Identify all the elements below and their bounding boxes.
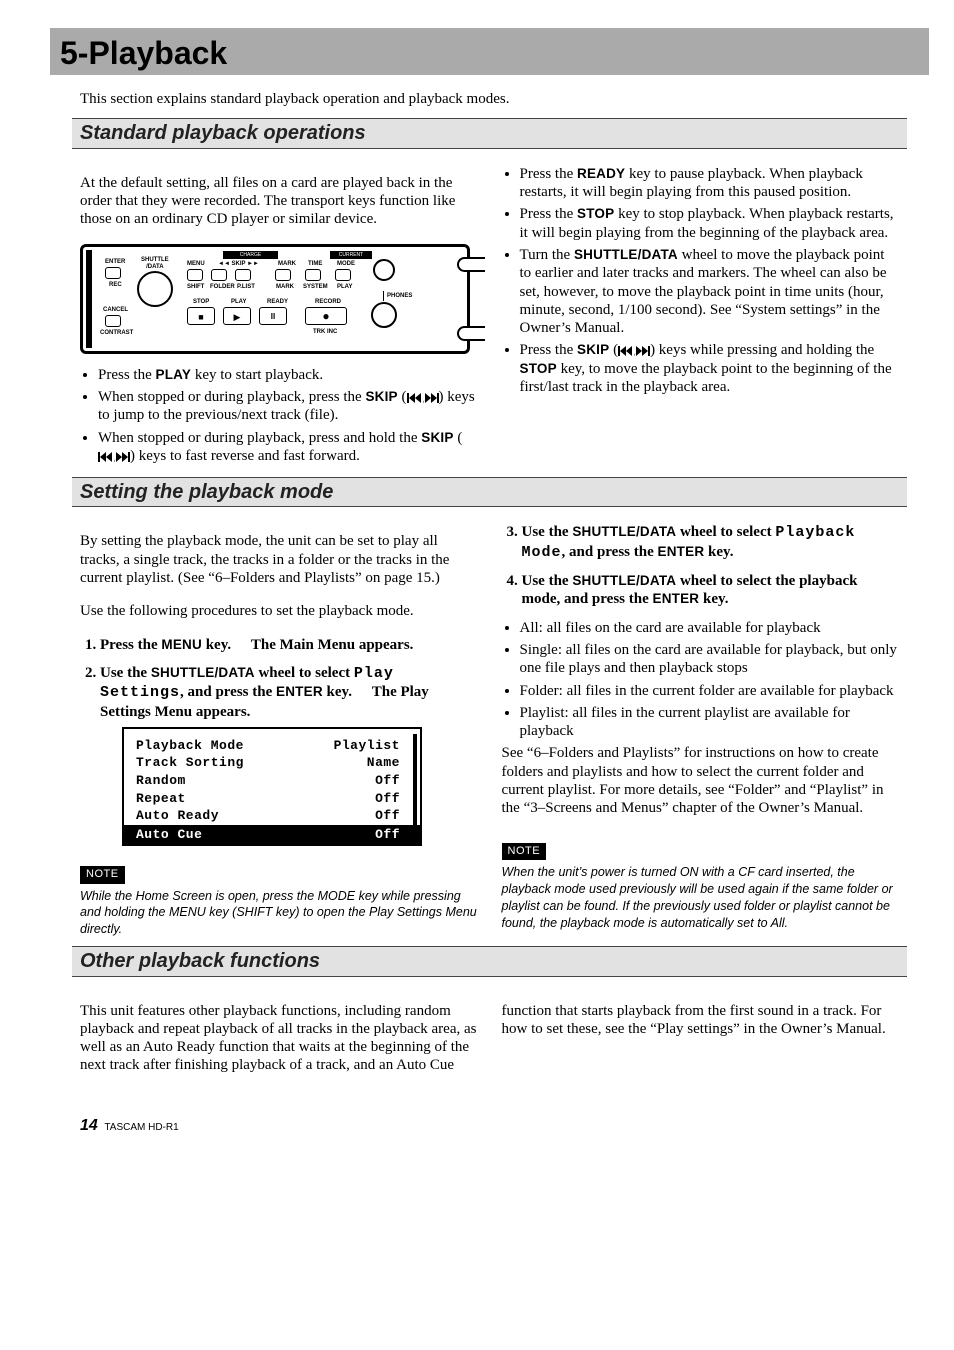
section-title-other: Other playback functions (80, 949, 899, 973)
mode-bullet: Single: all files on the card are availa… (520, 641, 900, 678)
section-title-standard: Standard playback operations (80, 121, 899, 145)
lcd-play-settings: Playback ModePlaylist Track SortingName … (122, 727, 422, 846)
footer: 14 TASCAM HD-R1 (80, 1116, 899, 1136)
note-badge: NOTE (502, 843, 547, 860)
page-number: 14 (80, 1117, 98, 1134)
mode-lead: By setting the playback mode, the unit c… (80, 532, 478, 587)
mode-after: See “6–Folders and Playlists” for instru… (502, 744, 900, 817)
bullet: Turn the SHUTTLE/DATA wheel to move the … (520, 246, 900, 337)
other-right: function that starts playback from the f… (502, 1002, 900, 1039)
section-title-mode: Setting the playback mode (80, 480, 899, 504)
bullet: When stopped or during playback, press a… (98, 429, 478, 466)
mode-lead2: Use the following procedures to set the … (80, 602, 478, 620)
standard-lead: At the default setting, all files on a c… (80, 174, 478, 229)
chapter-title: 5-Playback (60, 34, 919, 73)
bullet: Press the SKIP () keys while pressing an… (520, 341, 900, 396)
bullet: Press the STOP key to stop playback. Whe… (520, 205, 900, 242)
bullet: When stopped or during playback, press t… (98, 388, 478, 425)
note-right: When the unit’s power is turned ON with … (502, 864, 900, 932)
mode-bullet: Folder: all files in the current folder … (520, 682, 900, 700)
bullet: Press the PLAY key to start playback. (98, 366, 478, 384)
other-left: This unit features other playback functi… (80, 1002, 478, 1075)
mode-bullet: Playlist: all files in the current playl… (520, 704, 900, 741)
step-3: Use the SHUTTLE/DATA wheel to select Pla… (522, 523, 900, 562)
note-badge: NOTE (80, 866, 125, 883)
note-left: While the Home Screen is open, press the… (80, 888, 478, 939)
skip-prev-next-icon (98, 452, 130, 462)
skip-prev-next-icon (618, 346, 650, 356)
step-4: Use the SHUTTLE/DATA wheel to select the… (522, 572, 900, 609)
step-1: Press the MENU key. The Main Menu appear… (100, 636, 478, 654)
step-2: Use the SHUTTLE/DATA wheel to select Pla… (100, 664, 478, 846)
intro-text: This section explains standard playback … (80, 90, 510, 108)
device-panel-diagram: ENTER REC CANCEL CONTRAST SHUTTLE /DATA … (80, 244, 470, 354)
skip-prev-next-icon (407, 393, 439, 403)
bullet: Press the READY key to pause playback. W… (520, 165, 900, 202)
mode-bullet: All: all files on the card are available… (520, 619, 900, 637)
product-name: TASCAM HD-R1 (104, 1122, 178, 1133)
